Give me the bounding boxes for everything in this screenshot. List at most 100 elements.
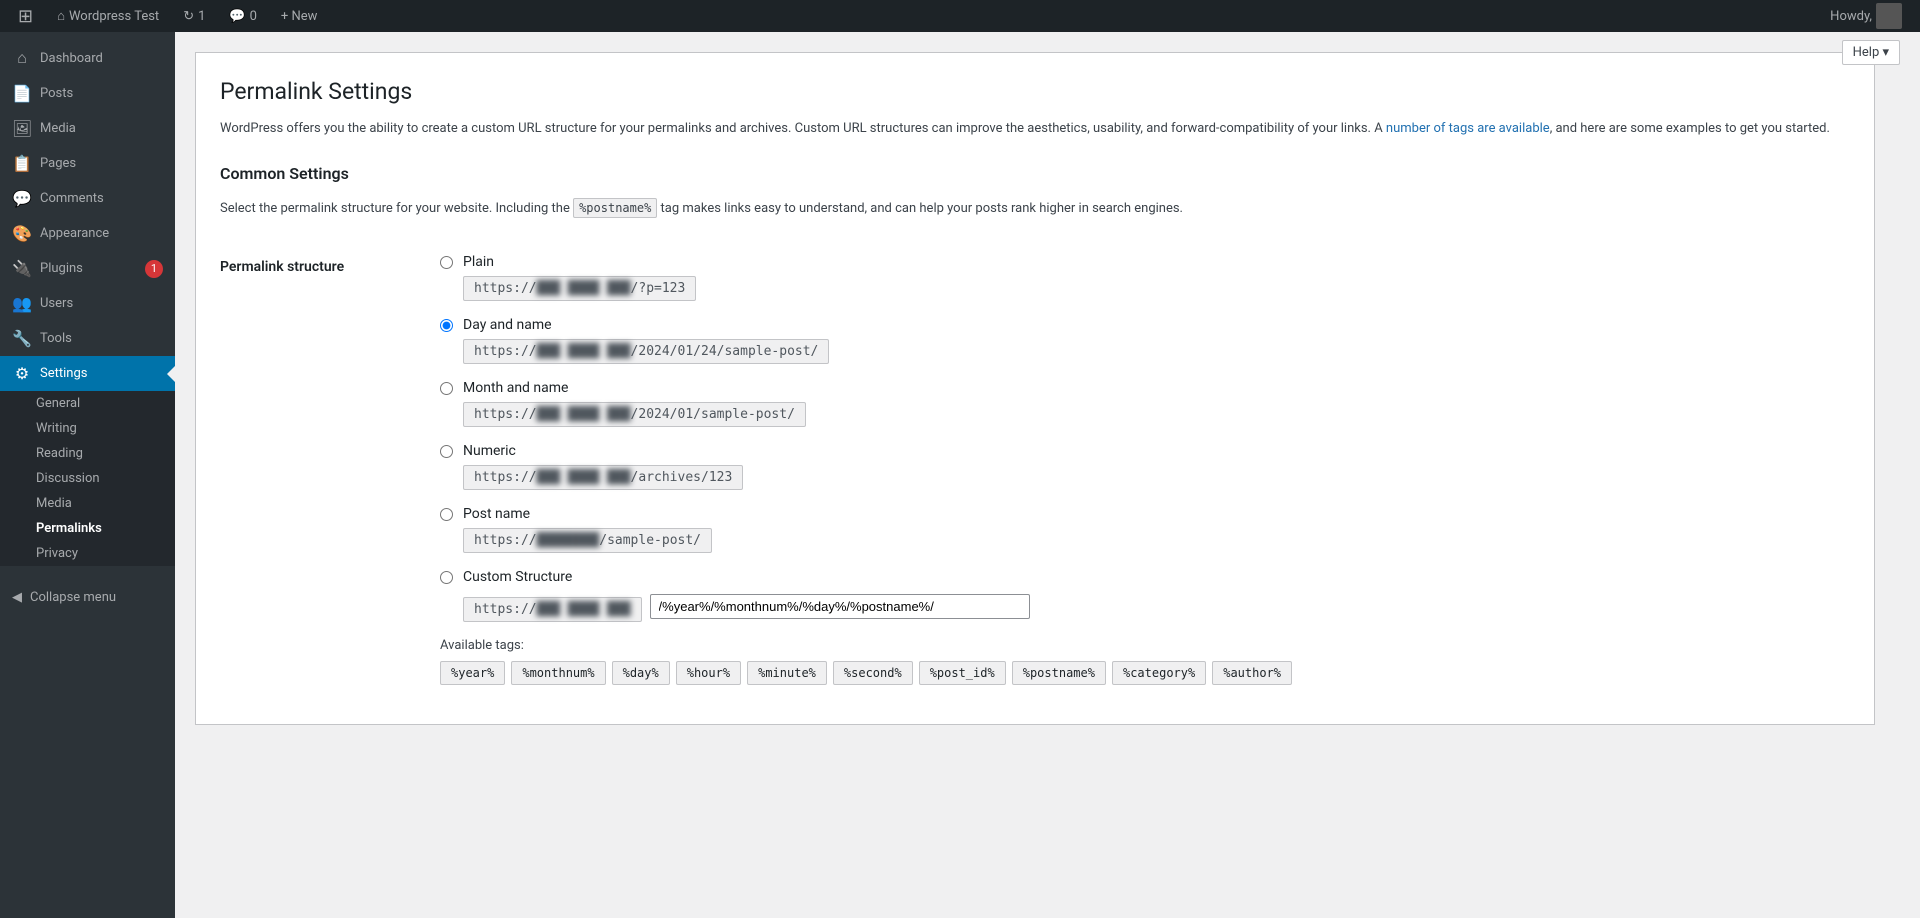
radio-numeric[interactable] — [440, 445, 453, 458]
permalink-structure-options: Plain https://███ ████ ███/?p=123 Day an… — [440, 239, 1850, 700]
new-content-link[interactable]: + New — [271, 0, 328, 32]
label-day-name[interactable]: Day and name — [463, 317, 552, 333]
admin-menu: ⌂ Dashboard 📄 Posts 🖼 Media 📋 Pages 💬 Co… — [0, 32, 175, 918]
user-greeting[interactable]: Howdy, — [1820, 0, 1912, 32]
tag-postname[interactable]: %postname% — [1012, 661, 1106, 685]
comments-icon: 💬 — [229, 9, 245, 24]
label-numeric[interactable]: Numeric — [463, 443, 516, 459]
help-button[interactable]: Help ▾ — [1842, 40, 1900, 65]
plugins-badge: 1 — [145, 260, 163, 278]
menu-item-tools[interactable]: 🔧 Tools — [0, 321, 175, 356]
tag-author[interactable]: %author% — [1212, 661, 1292, 685]
tag-hour[interactable]: %hour% — [676, 661, 741, 685]
tag-post-id[interactable]: %post_id% — [919, 661, 1006, 685]
submenu-item-general[interactable]: General — [0, 391, 175, 416]
collapse-icon: ◀ — [12, 590, 22, 605]
radio-month-name[interactable] — [440, 382, 453, 395]
posts-icon: 📄 — [12, 84, 32, 103]
settings-table: Permalink structure Plain https://███ ██… — [220, 239, 1850, 700]
tag-minute[interactable]: %minute% — [747, 661, 827, 685]
tags-link[interactable]: number of tags are available — [1386, 121, 1550, 136]
tag-category[interactable]: %category% — [1112, 661, 1206, 685]
submenu-item-discussion[interactable]: Discussion — [0, 466, 175, 491]
submenu-item-privacy[interactable]: Privacy — [0, 541, 175, 566]
menu-item-pages[interactable]: 📋 Pages — [0, 146, 175, 181]
desc-before-link: WordPress offers you the ability to crea… — [220, 121, 1386, 136]
menu-label-appearance: Appearance — [40, 226, 109, 241]
submenu-label-permalinks: Permalinks — [36, 521, 102, 536]
url-preview-post-name: https://████████/sample-post/ — [463, 528, 712, 553]
menu-item-plugins[interactable]: 🔌 Plugins 1 — [0, 251, 175, 286]
howdy-label: Howdy, — [1830, 9, 1872, 24]
option-month-name: Month and name https://███ ████ ███/2024… — [440, 380, 1850, 427]
submenu-item-writing[interactable]: Writing — [0, 416, 175, 441]
label-custom[interactable]: Custom Structure — [463, 569, 572, 585]
postname-tag: %postname% — [573, 198, 657, 218]
radio-plain[interactable] — [440, 256, 453, 269]
submenu-label-writing: Writing — [36, 421, 77, 436]
url-preview-day-name: https://███ ████ ███/2024/01/24/sample-p… — [463, 339, 829, 364]
label-month-name[interactable]: Month and name — [463, 380, 568, 396]
tag-second[interactable]: %second% — [833, 661, 913, 685]
option-numeric: Numeric https://███ ████ ███/archives/12… — [440, 443, 1850, 490]
menu-label-tools: Tools — [40, 331, 72, 346]
menu-item-posts[interactable]: 📄 Posts — [0, 76, 175, 111]
url-preview-plain: https://███ ████ ███/?p=123 — [463, 276, 696, 301]
submenu-label-privacy: Privacy — [36, 546, 78, 561]
tag-year[interactable]: %year% — [440, 661, 505, 685]
menu-label-comments: Comments — [40, 191, 104, 206]
menu-label-users: Users — [40, 296, 73, 311]
tag-day[interactable]: %day% — [612, 661, 670, 685]
menu-item-dashboard[interactable]: ⌂ Dashboard — [0, 40, 175, 76]
menu-label-dashboard: Dashboard — [40, 51, 103, 66]
submenu-item-permalinks[interactable]: Permalinks — [0, 516, 175, 541]
permalink-structure-label: Permalink structure — [220, 239, 440, 700]
main-content: Permalink Settings WordPress offers you … — [195, 52, 1875, 725]
menu-item-appearance[interactable]: 🎨 Appearance — [0, 216, 175, 251]
wp-icon: ⊞ — [18, 6, 33, 27]
home-icon: ⌂ — [57, 8, 65, 24]
select-desc-after: tag makes links easy to understand, and … — [657, 201, 1183, 216]
updates-count: 1 — [198, 9, 205, 24]
wp-logo[interactable]: ⊞ — [8, 0, 43, 32]
menu-item-users[interactable]: 👥 Users — [0, 286, 175, 321]
tags-list: %year% %monthnum% %day% %hour% %minute% … — [440, 661, 1850, 685]
help-label: Help ▾ — [1853, 45, 1889, 60]
radio-custom[interactable] — [440, 571, 453, 584]
tag-monthnum[interactable]: %monthnum% — [511, 661, 605, 685]
site-name-link[interactable]: ⌂ Wordpress Test — [47, 0, 169, 32]
select-desc-before: Select the permalink structure for your … — [220, 201, 573, 216]
option-post-name: Post name https://████████/sample-post/ — [440, 506, 1850, 553]
label-plain[interactable]: Plain — [463, 254, 494, 270]
submenu-item-reading[interactable]: Reading — [0, 441, 175, 466]
custom-structure-input[interactable] — [650, 594, 1030, 619]
option-plain: Plain https://███ ████ ███/?p=123 — [440, 254, 1850, 301]
menu-label-settings: Settings — [40, 366, 87, 381]
new-label: + New — [281, 9, 318, 24]
label-post-name[interactable]: Post name — [463, 506, 530, 522]
updates-link[interactable]: ↻ 1 — [173, 0, 215, 32]
avatar — [1876, 3, 1902, 29]
admin-bar: ⊞ ⌂ Wordpress Test ↻ 1 💬 0 + New Howdy, — [0, 0, 1920, 32]
permalink-label-text: Permalink structure — [220, 259, 344, 275]
media-icon: 🖼 — [12, 119, 32, 138]
updates-icon: ↻ — [183, 9, 194, 24]
option-day-name: Day and name https://███ ████ ███/2024/0… — [440, 317, 1850, 364]
appearance-icon: 🎨 — [12, 224, 32, 243]
menu-item-comments[interactable]: 💬 Comments — [0, 181, 175, 216]
menu-item-media[interactable]: 🖼 Media — [0, 111, 175, 146]
submenu-label-media: Media — [36, 496, 72, 511]
submenu-label-reading: Reading — [36, 446, 83, 461]
submenu-label-general: General — [36, 396, 80, 411]
submenu-item-media[interactable]: Media — [0, 491, 175, 516]
radio-day-name[interactable] — [440, 319, 453, 332]
collapse-label: Collapse menu — [30, 590, 116, 605]
comments-link[interactable]: 💬 0 — [219, 0, 267, 32]
comments-menu-icon: 💬 — [12, 189, 32, 208]
radio-post-name[interactable] — [440, 508, 453, 521]
menu-label-pages: Pages — [40, 156, 76, 171]
menu-item-settings[interactable]: ⚙ Settings — [0, 356, 175, 391]
custom-structure-row: https://███ ████ ███ — [463, 591, 1030, 622]
menu-label-posts: Posts — [40, 86, 73, 101]
collapse-menu-button[interactable]: ◀ Collapse menu — [0, 582, 175, 613]
